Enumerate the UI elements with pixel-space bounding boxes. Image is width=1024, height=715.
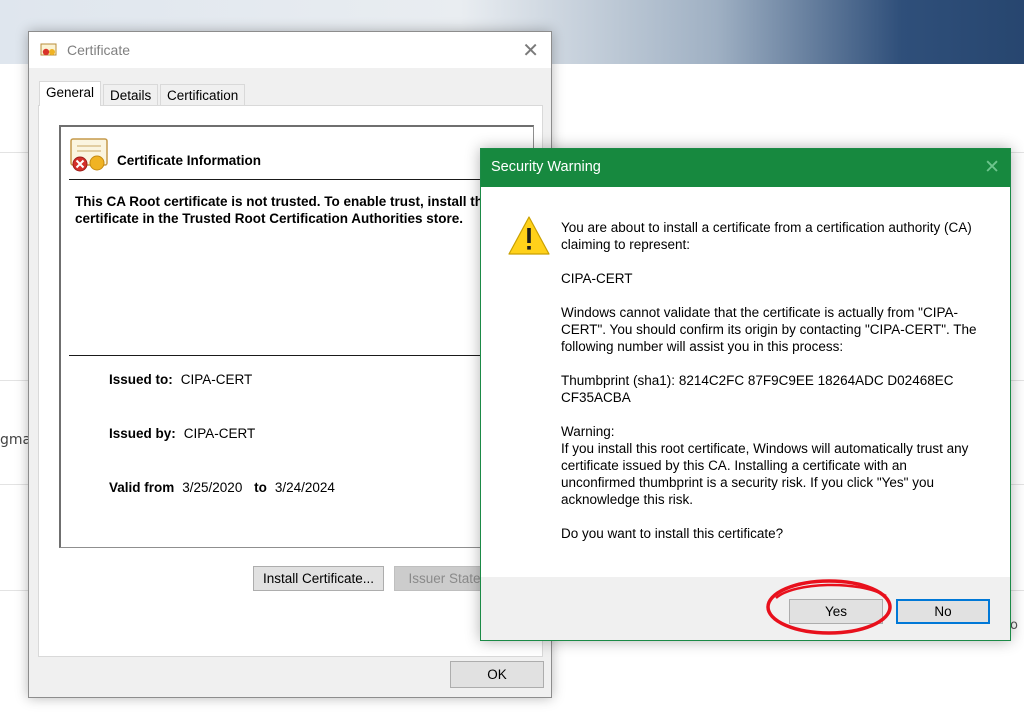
background-partial-text: o bbox=[1010, 618, 1018, 633]
issued-to-value: CIPA-CERT bbox=[180, 372, 253, 387]
validity-row: Valid from 3/25/2020 to 3/24/2024 bbox=[109, 480, 335, 495]
warning-text: If you install this root certificate, Wi… bbox=[561, 441, 969, 507]
install-question: Do you want to install this certificate? bbox=[561, 526, 784, 541]
ca-name: CIPA-CERT bbox=[561, 271, 633, 286]
tab-general[interactable]: General bbox=[39, 81, 102, 106]
tab-certification-path[interactable]: Certification Path bbox=[160, 84, 246, 124]
general-tab-panel: Certificate Information This CA Root cer… bbox=[38, 105, 543, 657]
info-heading: Certificate Information bbox=[117, 153, 262, 168]
yes-button[interactable]: Yes bbox=[789, 599, 883, 624]
warning-label: Warning: bbox=[561, 424, 615, 439]
certificate-icon bbox=[40, 43, 57, 56]
validation-text: Windows cannot validate that the certifi… bbox=[561, 305, 977, 354]
close-icon[interactable]: ✕ bbox=[522, 38, 539, 62]
warning-icon bbox=[508, 216, 550, 255]
thumbprint: Thumbprint (sha1): 8214C2FC 87F9C9EE 182… bbox=[561, 372, 981, 406]
tab-details[interactable]: Details bbox=[103, 84, 159, 105]
issued-by-value: CIPA-CERT bbox=[183, 426, 256, 441]
warning-message: You are about to install a certificate f… bbox=[561, 219, 981, 542]
install-certificate-button[interactable]: Install Certificate... bbox=[253, 566, 384, 591]
security-warning-dialog: Security Warning ✕ You are about to inst… bbox=[480, 148, 1011, 641]
background-partial-text: gma bbox=[0, 432, 32, 448]
valid-to-label: to bbox=[254, 480, 267, 495]
issued-by-row: Issued by: CIPA-CERT bbox=[109, 426, 255, 441]
certificate-info-box: Certificate Information This CA Root cer… bbox=[59, 125, 534, 548]
close-icon[interactable]: ✕ bbox=[984, 156, 1000, 178]
valid-from-value: 3/25/2020 bbox=[182, 480, 243, 495]
window-title: Certificate bbox=[67, 42, 131, 58]
valid-from-label: Valid from bbox=[109, 480, 175, 495]
issued-to-label: Issued to: bbox=[109, 372, 173, 387]
thumbprint-label: Thumbprint (sha1): bbox=[561, 373, 676, 388]
valid-to-value: 3/24/2024 bbox=[274, 480, 335, 495]
trust-message: This CA Root certificate is not trusted.… bbox=[75, 194, 495, 226]
divider bbox=[69, 355, 529, 356]
issued-by-label: Issued by: bbox=[109, 426, 176, 441]
divider bbox=[69, 179, 529, 180]
untrusted-certificate-icon bbox=[70, 138, 108, 172]
security-warning-titlebar[interactable]: Security Warning ✕ bbox=[481, 149, 1010, 187]
dialog-title: Security Warning bbox=[491, 159, 601, 175]
issued-to-row: Issued to: CIPA-CERT bbox=[109, 372, 252, 387]
intro-text: You are about to install a certificate f… bbox=[561, 220, 972, 252]
certificate-titlebar[interactable]: Certificate ✕ bbox=[29, 32, 551, 68]
certificate-window: Certificate ✕ General Details Certificat… bbox=[28, 31, 552, 698]
ok-button[interactable]: OK bbox=[450, 661, 544, 688]
no-button[interactable]: No bbox=[896, 599, 990, 624]
